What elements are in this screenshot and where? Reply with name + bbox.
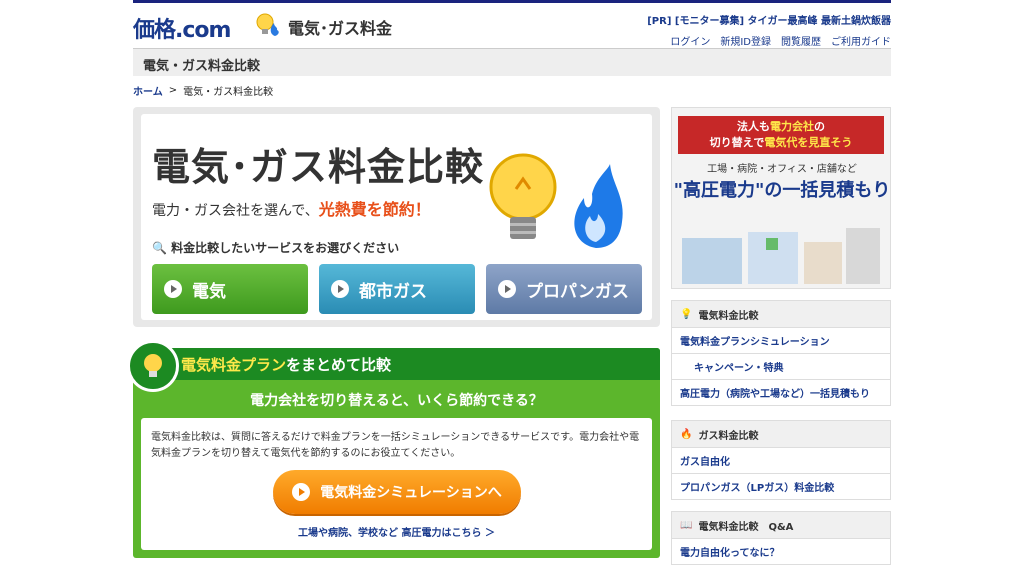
- simulation-label: 電気料金シミュレーションへ: [320, 485, 502, 501]
- ad-ribbon-emphasis: 電力会社: [770, 120, 814, 133]
- hero-panel: 電気･ガス料金比較 電力・ガス会社を選んで、光熱費を節約！ 🔍 料金比較したいサ…: [133, 107, 660, 327]
- pr-link[interactable]: [PR] [モニター募集] タイガー最高峰 最新土鍋炊飯器: [647, 12, 891, 27]
- history-link[interactable]: 閲覧履歴: [781, 33, 821, 48]
- book-icon: 📖: [680, 519, 693, 531]
- ad-ribbon-text: の: [814, 120, 825, 133]
- qa-menu-title: 電気料金比較 Q&A: [698, 521, 794, 533]
- side-item-high-voltage[interactable]: 高圧電力（病院や工場など）一括見積もり: [672, 379, 890, 405]
- play-icon: [498, 280, 516, 298]
- buildings-illustration: [682, 228, 880, 284]
- electricity-label: 電気: [192, 281, 226, 302]
- plan-box: 電気料金比較は、質問に答えるだけで料金プランを一括シミュレーションできるサービス…: [141, 418, 652, 550]
- side-item-campaign[interactable]: キャンペーン・特典: [672, 353, 890, 379]
- hero-sub-emphasis: 光熱費を節約！: [318, 200, 431, 219]
- utility-links: ログイン 新規ID登録 閲覧履歴 ご利用ガイド: [670, 33, 891, 48]
- propane-gas-button[interactable]: プロパンガス: [486, 264, 642, 314]
- side-item-what-is-liberalization[interactable]: 電力自由化ってなに？: [672, 538, 890, 564]
- play-icon: [331, 280, 349, 298]
- top-accent-bar: [133, 0, 891, 3]
- bulb-icon: 💡: [680, 308, 693, 320]
- lightbulb-icon: [489, 153, 557, 239]
- qa-menu-header: 📖 電気料金比較 Q&A: [672, 512, 890, 538]
- propane-gas-label: プロパンガス: [526, 281, 629, 302]
- ad-ribbon-text: 法人も: [737, 120, 770, 133]
- ad-ribbon-emphasis: 電気代を見直そう: [764, 136, 853, 149]
- plan-question: 電力会社を切り替えると、いくら節約できる？: [250, 393, 543, 409]
- gas-menu-title: ガス料金比較: [698, 430, 759, 442]
- hero-question: 🔍 料金比較したいサービスをお選びください: [152, 241, 400, 255]
- city-gas-label: 都市ガス: [359, 281, 427, 302]
- bulb-icon: [144, 354, 162, 377]
- side-item-propane[interactable]: プロパンガス（LPガス）料金比較: [672, 473, 890, 499]
- hero-question-text: 料金比較したいサービスをお選びください: [171, 241, 400, 255]
- plan-title-rest: をまとめて比較: [286, 356, 392, 374]
- site-logo[interactable]: 価格.com: [133, 12, 231, 44]
- breadcrumb-separator: >: [168, 85, 178, 96]
- high-voltage-ad[interactable]: 法人も電力会社の 切り替えで電気代を見直そう 工場・病院・オフィス・店舗など "…: [671, 107, 891, 289]
- gas-flame-icon: [574, 164, 623, 248]
- breadcrumb: ホーム > 電気・ガス料金比較: [133, 83, 273, 98]
- flame-icon: 🔥: [680, 428, 693, 440]
- electric-menu-header: 💡 電気料金比較: [672, 301, 890, 327]
- gas-side-menu: 🔥 ガス料金比較 ガス自由化 プロパンガス（LPガス）料金比較: [671, 420, 891, 500]
- side-item-gas-liberalization[interactable]: ガス自由化: [672, 447, 890, 473]
- ad-ribbon-text: 切り替えで: [709, 136, 765, 149]
- gas-menu-header: 🔥 ガス料金比較: [672, 421, 890, 447]
- electricity-button[interactable]: 電気: [152, 264, 308, 314]
- hero-sub-pre: 電力・ガス会社を選んで、: [152, 203, 319, 219]
- plan-title-emphasis: 電気料金プラン: [181, 356, 287, 374]
- plan-description: 電気料金比較は、質問に答えるだけで料金プランを一括シミュレーションできるサービス…: [151, 432, 640, 459]
- hero-title: 電気･ガス料金比較: [152, 145, 485, 189]
- electric-menu-title: 電気料金比較: [698, 310, 759, 322]
- qa-side-menu: 📖 電気料金比較 Q&A 電力自由化ってなに？: [671, 511, 891, 565]
- ad-ribbon: 法人も電力会社の 切り替えで電気代を見直そう: [678, 116, 884, 154]
- breadcrumb-home[interactable]: ホーム: [133, 83, 163, 98]
- simulation-button[interactable]: 電気料金シミュレーションへ: [273, 470, 521, 514]
- hero-inner: 電気･ガス料金比較 電力・ガス会社を選んで、光熱費を節約！ 🔍 料金比較したいサ…: [141, 114, 652, 320]
- high-voltage-link[interactable]: 工場や病院、学校など 高圧電力はこちら ＞: [141, 524, 652, 539]
- electric-side-menu: 💡 電気料金比較 電気料金プランシミュレーション キャンペーン・特典 高圧電力（病…: [671, 300, 891, 406]
- hero-subtitle: 電力・ガス会社を選んで、光熱費を節約！: [152, 196, 431, 220]
- plan-title: 電気料金プランをまとめて比較: [181, 354, 391, 375]
- breadcrumb-current: 電気・ガス料金比較: [183, 87, 274, 98]
- guide-link[interactable]: ご利用ガイド: [831, 33, 891, 48]
- login-link[interactable]: ログイン: [670, 33, 710, 48]
- play-icon: [164, 280, 182, 298]
- side-item-plan-simulation[interactable]: 電気料金プランシミュレーション: [672, 327, 890, 353]
- plan-bulb-badge: [127, 340, 179, 392]
- ad-subtitle: 工場・病院・オフィス・店舗など: [707, 164, 857, 175]
- service-name: 電気･ガス料金: [288, 19, 393, 38]
- plan-panel: 電気料金プランをまとめて比較 電力会社を切り替えると、いくら節約できる？ 電気料…: [127, 340, 660, 558]
- play-icon: [292, 483, 311, 501]
- page-title: 電気・ガス料金比較: [133, 48, 891, 76]
- ad-headline: "高圧電力"の一括見積もり: [673, 180, 891, 201]
- bulb-flame-icon: [256, 13, 279, 36]
- register-link[interactable]: 新規ID登録: [720, 33, 771, 48]
- city-gas-button[interactable]: 都市ガス: [319, 264, 475, 314]
